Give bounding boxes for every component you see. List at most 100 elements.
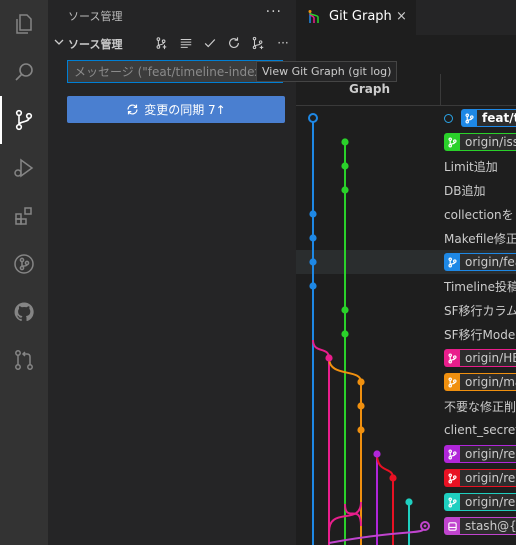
branch-icon (444, 373, 460, 391)
more-icon: ··· (277, 36, 289, 50)
view-git-graph-icon (156, 37, 167, 50)
refresh-icon (229, 37, 239, 48)
commit-row[interactable]: Limit追加 (444, 154, 498, 178)
branch-label: origin/feat (460, 253, 516, 271)
head-indicator-icon (444, 113, 453, 123)
branch-line (312, 339, 330, 545)
branch-icon (444, 253, 460, 271)
refresh-button[interactable] (226, 35, 242, 51)
commit-dot (341, 330, 349, 338)
commit-dot (389, 474, 397, 482)
extensions-icon[interactable] (0, 192, 48, 240)
commit-row[interactable]: stash@{0} (444, 514, 516, 538)
sidebar-title: ソース管理 (68, 10, 123, 23)
commit-row[interactable]: collectionを (444, 202, 514, 226)
commit-message: Timeline投稿 (444, 279, 516, 294)
commit-message: SF移行Model (444, 327, 516, 342)
commit-button[interactable] (202, 35, 218, 51)
pull-request-icon[interactable] (0, 336, 48, 384)
view-git-graph-button[interactable] (153, 35, 169, 51)
commit-icon (204, 39, 216, 48)
branch-badge[interactable]: origin/re (444, 493, 516, 511)
source-control-section-header[interactable]: ソース管理 ··· (48, 32, 296, 54)
commit-dot (357, 378, 365, 386)
tab-close-button[interactable]: × (396, 9, 407, 24)
branch-label: feat/timeline-index (477, 109, 516, 127)
branch-label: origin/re (460, 445, 516, 463)
commit-row[interactable]: feat/timeline-index (444, 106, 516, 130)
commit-message: 不要な修正削 (444, 399, 516, 414)
commit-row[interactable]: Makefile修正 (444, 226, 516, 250)
commit-row[interactable]: 不要な修正削 (444, 394, 516, 418)
branch-icon (444, 493, 460, 511)
commit-dot (341, 162, 349, 170)
commit-message-input[interactable] (67, 60, 283, 83)
branch-icon (461, 109, 477, 127)
commit-dot (341, 306, 349, 314)
commit-row[interactable]: client_secret (444, 418, 516, 442)
tab-label: Git Graph (329, 9, 392, 24)
commit-message: Makefile修正 (444, 231, 516, 246)
git-graph-icon[interactable] (0, 240, 48, 288)
commit-dot (357, 402, 365, 410)
commit-row[interactable]: SF移行カラム (444, 298, 516, 322)
commit-row[interactable]: DB追加 (444, 178, 485, 202)
tooltip: View Git Graph (git log) (256, 61, 398, 82)
run-debug-icon[interactable] (0, 144, 48, 192)
graph-button[interactable] (250, 35, 266, 51)
git-graph-tab-icon (308, 10, 319, 23)
branch-icon (444, 133, 460, 151)
commit-message: collectionを (444, 207, 514, 222)
head-commit-dot (308, 113, 318, 123)
search-icon[interactable] (0, 48, 48, 96)
branch-badge[interactable]: feat/timeline-index (461, 109, 516, 127)
explorer-icon[interactable] (0, 0, 48, 48)
commit-dot (325, 354, 333, 362)
branch-badge[interactable]: origin/re (444, 445, 516, 463)
commit-message: client_secret (444, 423, 516, 437)
sync-changes-button[interactable]: 変更の同期 7↑ (67, 96, 285, 123)
commit-row[interactable]: origin/feat (444, 250, 516, 274)
source-control-icon[interactable] (0, 96, 48, 144)
commit-row[interactable]: origin/re (444, 466, 516, 490)
tab-git-graph[interactable]: Git Graph × (296, 0, 416, 35)
commit-row[interactable]: origin/re (444, 442, 516, 466)
chevron-down-icon (54, 39, 64, 45)
stash-icon (444, 517, 460, 535)
view-as-tree-button[interactable] (178, 35, 194, 51)
branch-badge[interactable]: origin/re (444, 469, 516, 487)
commit-dot (405, 498, 413, 506)
commit-row[interactable]: Timeline投稿 (444, 274, 516, 298)
commit-row[interactable]: origin/issue (444, 130, 516, 154)
sidebar-more-button[interactable]: ··· (266, 4, 282, 20)
commit-row[interactable]: origin/ma (444, 370, 516, 394)
section-title: ソース管理 (68, 38, 123, 51)
commit-dot (341, 138, 349, 146)
stash-commit-dot-center (423, 524, 427, 528)
branch-label: stash@{0} (460, 517, 516, 535)
branch-badge[interactable]: origin/ma (444, 373, 516, 391)
commit-dot (373, 450, 381, 458)
branch-badge[interactable]: origin/issue (444, 133, 516, 151)
branch-badge[interactable]: origin/feat (444, 253, 516, 271)
activity-bar (0, 0, 48, 545)
graph-icon (252, 36, 264, 50)
branch-line (376, 453, 394, 545)
commit-row[interactable]: origin/re (444, 490, 516, 514)
branch-label: origin/HE (460, 349, 516, 367)
view-as-tree-icon (180, 38, 192, 48)
branch-icon (444, 469, 460, 487)
section-more-button[interactable]: ··· (275, 35, 291, 51)
github-icon[interactable] (0, 288, 48, 336)
commit-row[interactable]: origin/HE (444, 346, 516, 370)
branch-icon (444, 349, 460, 367)
commit-row[interactable]: SF移行Model (444, 322, 516, 346)
branch-label: origin/issue (460, 133, 516, 151)
commit-message: Limit追加 (444, 159, 498, 174)
branch-label: origin/re (460, 469, 516, 487)
branch-badge[interactable]: origin/HE (444, 349, 516, 367)
branch-icon (444, 445, 460, 463)
git-graph-panel: Graph feat/timeline-indexorigin/issueLim… (296, 74, 516, 545)
stash-badge[interactable]: stash@{0} (444, 517, 516, 535)
commit-dot (309, 258, 317, 266)
